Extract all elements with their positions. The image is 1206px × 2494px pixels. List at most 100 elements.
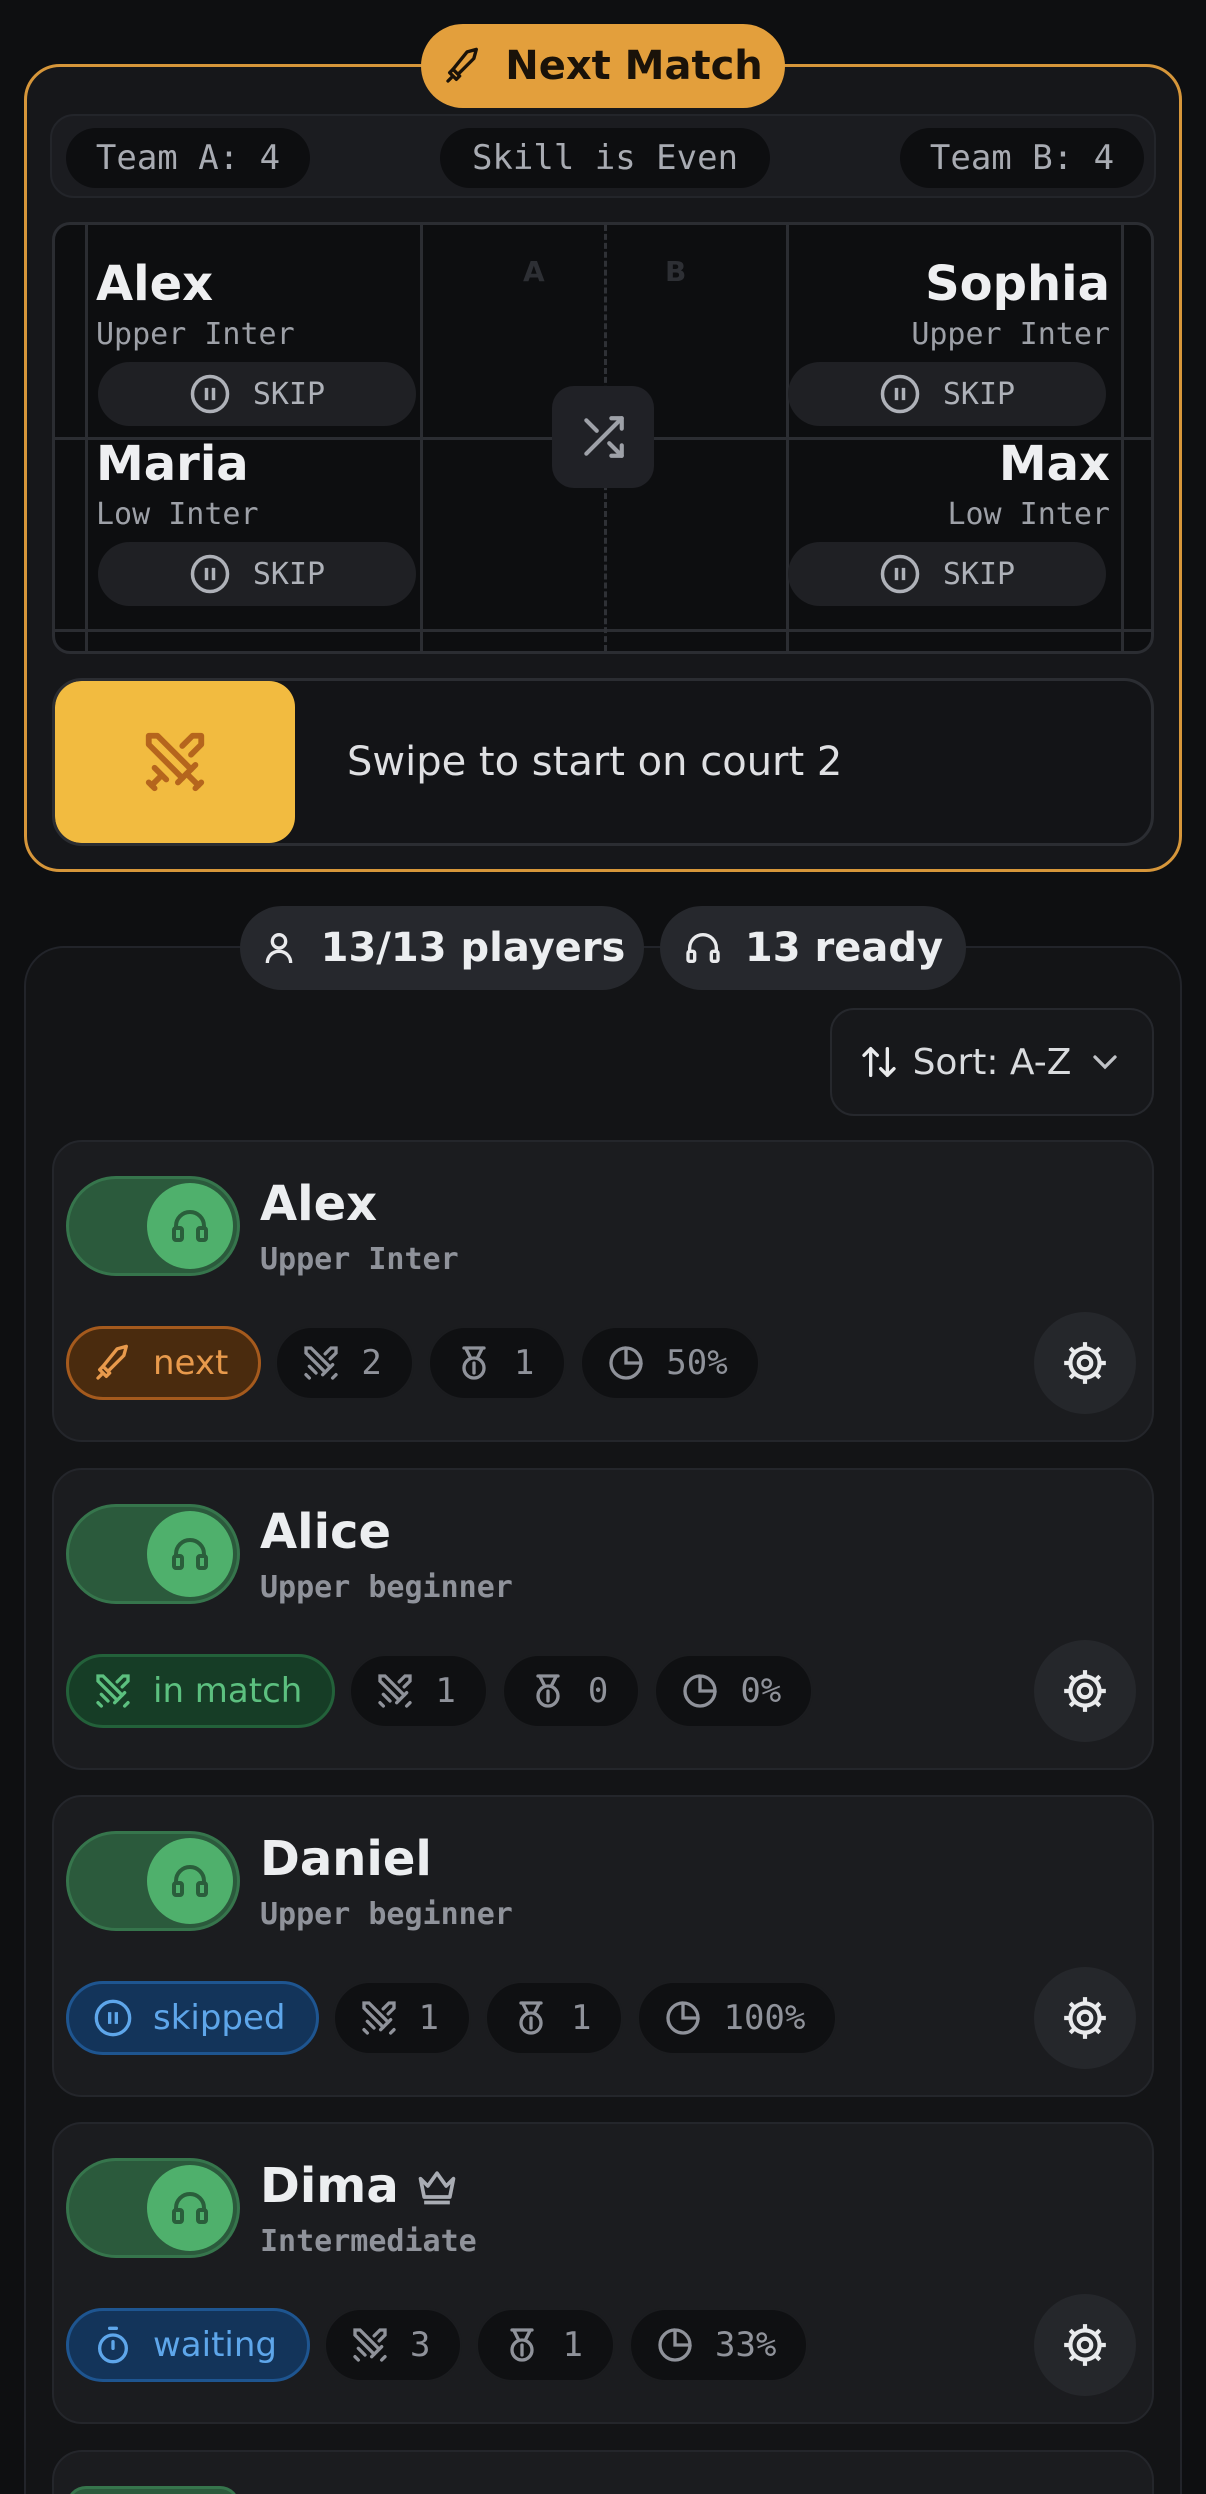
status-badge: skipped	[66, 1981, 319, 2055]
wins-stat: 0	[501, 1654, 641, 1728]
next-match-title: Next Match	[421, 24, 785, 108]
crossed-swords-icon	[145, 732, 205, 792]
winrate-stat: 33%	[628, 2308, 809, 2382]
player-stats: skipped 1 1 100%	[66, 1981, 838, 2055]
skip-label: SKIP	[942, 556, 1016, 592]
gear-icon	[1064, 2324, 1106, 2366]
pie-chart-icon	[658, 2328, 692, 2362]
player-level: Upper beginner	[260, 1570, 513, 1605]
crossed-swords-icon	[361, 2001, 396, 2035]
skill-balance: Skill is Even	[440, 128, 770, 188]
pause-icon	[190, 374, 230, 414]
shuffle-icon	[584, 416, 624, 458]
skip-button-sophia[interactable]: SKIP	[788, 362, 1106, 426]
toggle-knob	[147, 2165, 233, 2251]
toggle-knob	[147, 1511, 233, 1597]
next-match-label: Next Match	[505, 43, 763, 89]
pause-icon	[94, 1999, 132, 2037]
toggle-knob	[147, 1838, 233, 1924]
court-side-b-label: B	[665, 255, 687, 288]
toggle-knob	[147, 1183, 233, 1269]
player-level: Upper beginner	[260, 1897, 513, 1932]
wins-stat: 1	[427, 1326, 567, 1400]
status-badge: in match	[66, 1654, 336, 1728]
matches-value: 2	[361, 1343, 382, 1383]
skip-label: SKIP	[252, 556, 326, 592]
player-level: Upper Inter	[911, 316, 1110, 352]
player-name: Daniel	[260, 1831, 432, 1887]
chevron-down-icon	[1093, 1055, 1118, 1070]
player-card-dima: Dima Intermediate waiting 3 1 33%	[52, 2122, 1154, 2424]
player-level: Upper Inter	[96, 316, 295, 352]
wins-value: 0	[587, 1671, 609, 1711]
matches-stat: 3	[324, 2308, 463, 2382]
sword-icon	[446, 47, 479, 83]
ready-toggle[interactable]	[66, 1831, 240, 1931]
player-name: Max	[998, 436, 1110, 492]
court-line	[55, 629, 1151, 632]
sort-dropdown[interactable]: Sort: A-Z	[830, 1008, 1154, 1116]
player-stats: next 2 1 50%	[66, 1326, 760, 1400]
ready-toggle[interactable]	[66, 1176, 240, 1276]
sort-arrows-icon	[861, 1047, 896, 1077]
medal-icon	[519, 2001, 543, 2035]
matches-value: 1	[435, 1671, 456, 1711]
court-side-a-label: A	[523, 255, 545, 288]
ready-toggle[interactable]	[66, 1504, 240, 1604]
medal-icon	[536, 1674, 560, 1708]
status-badge: next	[66, 1326, 262, 1400]
player-settings-button[interactable]	[1034, 1967, 1136, 2069]
team-summary-bar: Team A: 4 Skill is Even Team B: 4	[50, 114, 1156, 198]
player-name-row: Dima	[260, 2158, 459, 2214]
crossed-swords-icon	[304, 1346, 338, 1380]
player-settings-button[interactable]	[1034, 1312, 1136, 1414]
pause-icon	[880, 374, 920, 414]
status-label: in match	[153, 1671, 303, 1711]
ready-toggle[interactable]	[66, 2158, 240, 2258]
sort-label: Sort: A-Z	[912, 1041, 1072, 1083]
skip-button-alex[interactable]: SKIP	[98, 362, 416, 426]
pause-icon	[880, 554, 920, 594]
headset-icon	[172, 1210, 208, 1242]
wins-value: 1	[571, 1998, 592, 2038]
pie-chart-icon	[609, 1346, 643, 1380]
wins-stat: 1	[476, 2308, 615, 2382]
winrate-value: 33%	[714, 2325, 777, 2365]
winrate-stat: 50%	[580, 1326, 760, 1400]
swipe-handle[interactable]	[55, 681, 295, 843]
player-name: Alex	[260, 1176, 378, 1232]
wins-stat: 1	[485, 1981, 624, 2055]
crossed-swords-icon	[353, 2328, 387, 2362]
medal-icon	[462, 1346, 486, 1380]
crossed-swords-icon	[96, 1674, 130, 1708]
status-label: skipped	[153, 1998, 286, 2038]
ready-count-pill: 13 ready	[660, 906, 966, 990]
team-b-count: Team B: 4	[900, 128, 1144, 188]
winrate-stat: 0%	[654, 1654, 814, 1728]
shuffle-teams-button[interactable]	[552, 386, 654, 488]
player-level: Upper Inter	[260, 1242, 459, 1277]
player-settings-button[interactable]	[1034, 1640, 1136, 1742]
player-stats: waiting 3 1 33%	[66, 2308, 809, 2382]
ready-toggle[interactable]	[66, 2486, 240, 2494]
player-level: Intermediate	[260, 2224, 477, 2259]
court-player-max: Max Low Inter	[750, 438, 1110, 532]
player-level: Low Inter	[96, 496, 259, 532]
player-name: Alex	[96, 256, 214, 312]
swipe-to-start[interactable]: Swipe to start on court 2	[52, 678, 1154, 846]
sword-icon	[96, 1344, 128, 1380]
players-count-pill: 13/13 players	[240, 906, 644, 990]
skip-label: SKIP	[942, 376, 1016, 412]
player-name: Maria	[96, 436, 249, 492]
skip-button-maria[interactable]: SKIP	[98, 542, 416, 606]
matches-value: 1	[418, 1998, 439, 2038]
headset-icon	[172, 1865, 208, 1897]
status-label: waiting	[153, 2325, 277, 2365]
player-settings-button[interactable]	[1034, 2294, 1136, 2396]
swipe-instruction: Swipe to start on court 2	[347, 739, 843, 785]
headset-icon	[172, 2192, 208, 2224]
skip-button-max[interactable]: SKIP	[788, 542, 1106, 606]
court-player-sophia: Sophia Upper Inter	[750, 258, 1110, 352]
winrate-value: 50%	[666, 1343, 728, 1383]
wins-value: 1	[562, 2325, 583, 2365]
